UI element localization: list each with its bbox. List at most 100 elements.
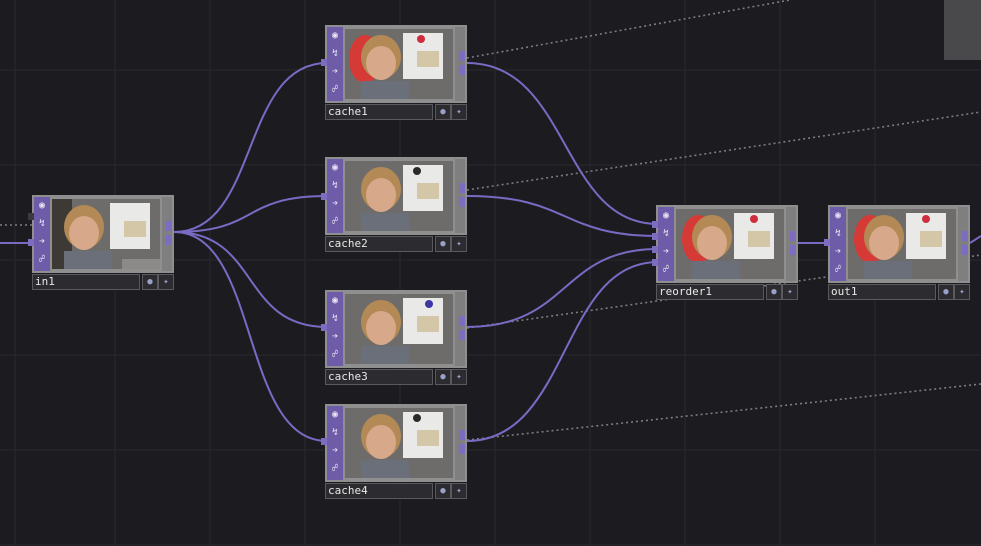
input-connector[interactable] (321, 59, 327, 66)
node-side-panel: ◉ ↯ ➔ ☍ (327, 292, 343, 366)
cook-icon[interactable]: ☍ (658, 261, 674, 279)
display-flag-icon[interactable]: ● (938, 284, 954, 300)
node-out1[interactable]: ◉ ↯ ➔ ☍ out1 ● ✦ (824, 205, 970, 300)
viewer-icon[interactable]: ◉ (327, 159, 343, 177)
input-connector[interactable] (652, 221, 658, 228)
display-flag-icon[interactable]: ● (766, 284, 782, 300)
display-flag-icon[interactable]: ● (435, 236, 451, 252)
output-connector[interactable] (459, 444, 465, 454)
webcam-image (345, 29, 453, 99)
display-flag-icon[interactable]: ● (142, 274, 158, 290)
viewer-icon[interactable]: ◉ (327, 406, 343, 424)
node-cache2[interactable]: ◉ ↯ ➔ ☍ cache2 ● ✦ (321, 157, 467, 252)
input-connector[interactable] (824, 239, 830, 246)
output-connector[interactable] (459, 430, 465, 440)
arrow-right-icon[interactable]: ➔ (327, 328, 343, 346)
output-connector[interactable] (166, 235, 172, 245)
input-connector[interactable] (321, 193, 327, 200)
node-side-panel: ◉ ↯ ➔ ☍ (327, 27, 343, 101)
node-label[interactable]: in1 (32, 274, 140, 290)
network-editor-canvas[interactable]: ◉ ↯ ➔ ☍ in1 ● ✦ ◉ ↯ ➔ ☍ cache1 ● ✦ ◉ ↯ ➔… (0, 0, 981, 546)
node-label[interactable]: cache4 (325, 483, 433, 499)
cook-icon[interactable]: ☍ (327, 460, 343, 478)
render-flag-icon[interactable]: ✦ (451, 369, 467, 385)
node-label[interactable]: cache1 (325, 104, 433, 120)
webcam-image (848, 209, 956, 279)
viewer-icon[interactable]: ◉ (658, 207, 674, 225)
node-label[interactable]: cache2 (325, 236, 433, 252)
node-side-panel: ◉ ↯ ➔ ☍ (327, 159, 343, 233)
bypass-icon[interactable]: ↯ (34, 215, 50, 233)
render-flag-icon[interactable]: ✦ (451, 483, 467, 499)
bypass-icon[interactable]: ↯ (327, 177, 343, 195)
output-connector[interactable] (790, 245, 796, 255)
display-flag-icon[interactable]: ● (435, 483, 451, 499)
bypass-icon[interactable]: ↯ (327, 45, 343, 63)
node-cache4[interactable]: ◉ ↯ ➔ ☍ cache4 ● ✦ (321, 404, 467, 499)
node-side-panel: ◉ ↯ ➔ ☍ (658, 207, 674, 281)
node-in1[interactable]: ◉ ↯ ➔ ☍ in1 ● ✦ (28, 195, 174, 290)
input-connector[interactable] (652, 233, 658, 240)
bypass-icon[interactable]: ↯ (327, 424, 343, 442)
output-connector[interactable] (962, 245, 968, 255)
viewer-icon[interactable]: ◉ (34, 197, 50, 215)
output-connector[interactable] (166, 221, 172, 231)
viewer-icon[interactable]: ◉ (327, 27, 343, 45)
bypass-icon[interactable]: ↯ (327, 310, 343, 328)
webcam-image (52, 199, 160, 269)
arrow-right-icon[interactable]: ➔ (34, 233, 50, 251)
output-connector[interactable] (962, 231, 968, 241)
output-connector[interactable] (790, 231, 796, 241)
input-connector[interactable] (28, 239, 34, 246)
webcam-image (345, 294, 453, 364)
render-flag-icon[interactable]: ✦ (451, 104, 467, 120)
render-flag-icon[interactable]: ✦ (451, 236, 467, 252)
node-viewer-thumbnail (676, 209, 784, 279)
render-flag-icon[interactable]: ✦ (158, 274, 174, 290)
viewer-icon[interactable]: ◉ (327, 292, 343, 310)
viewer-icon[interactable]: ◉ (830, 207, 846, 225)
node-viewer-thumbnail (345, 29, 453, 99)
output-connector[interactable] (459, 51, 465, 61)
render-flag-icon[interactable]: ✦ (954, 284, 970, 300)
arrow-right-icon[interactable]: ➔ (327, 63, 343, 81)
input-connector[interactable] (28, 213, 34, 220)
arrow-right-icon[interactable]: ➔ (327, 442, 343, 460)
output-connector[interactable] (459, 183, 465, 193)
bypass-icon[interactable]: ↯ (658, 225, 674, 243)
cook-icon[interactable]: ☍ (830, 261, 846, 279)
node-viewer-thumbnail (345, 408, 453, 478)
render-flag-icon[interactable]: ✦ (782, 284, 798, 300)
input-connector[interactable] (321, 438, 327, 445)
output-connector[interactable] (459, 197, 465, 207)
input-connector[interactable] (321, 324, 327, 331)
node-right-bar (162, 197, 172, 271)
display-flag-icon[interactable]: ● (435, 369, 451, 385)
input-connector[interactable] (652, 246, 658, 253)
cook-icon[interactable]: ☍ (34, 251, 50, 269)
arrow-right-icon[interactable]: ➔ (658, 243, 674, 261)
node-side-panel: ◉ ↯ ➔ ☍ (327, 406, 343, 480)
node-label[interactable]: out1 (828, 284, 936, 300)
bypass-icon[interactable]: ↯ (830, 225, 846, 243)
node-right-bar (455, 27, 465, 101)
node-reorder1[interactable]: ◉ ↯ ➔ ☍ reorder1 ● ✦ (652, 205, 798, 300)
output-connector[interactable] (459, 65, 465, 75)
display-flag-icon[interactable]: ● (435, 104, 451, 120)
node-viewer-thumbnail (345, 294, 453, 364)
node-cache1[interactable]: ◉ ↯ ➔ ☍ cache1 ● ✦ (321, 25, 467, 120)
cook-icon[interactable]: ☍ (327, 346, 343, 364)
output-connector[interactable] (459, 330, 465, 340)
output-connector[interactable] (459, 316, 465, 326)
arrow-right-icon[interactable]: ➔ (830, 243, 846, 261)
input-connector[interactable] (652, 259, 658, 266)
node-label[interactable]: reorder1 (656, 284, 764, 300)
webcam-image (345, 161, 453, 231)
webcam-image (676, 209, 784, 279)
cook-icon[interactable]: ☍ (327, 81, 343, 99)
arrow-right-icon[interactable]: ➔ (327, 195, 343, 213)
node-side-panel: ◉ ↯ ➔ ☍ (830, 207, 846, 281)
node-label[interactable]: cache3 (325, 369, 433, 385)
node-cache3[interactable]: ◉ ↯ ➔ ☍ cache3 ● ✦ (321, 290, 467, 385)
cook-icon[interactable]: ☍ (327, 213, 343, 231)
